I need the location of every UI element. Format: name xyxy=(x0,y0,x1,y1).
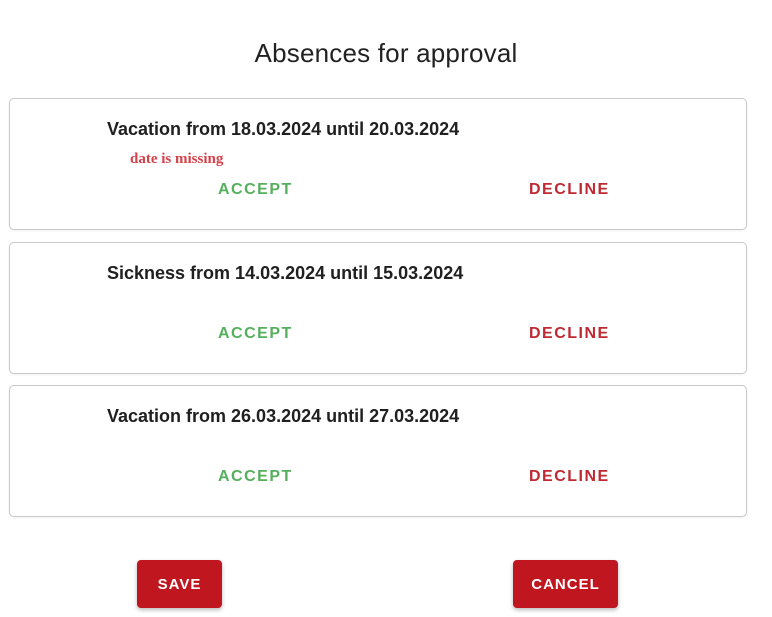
absence-card: Sickness from 14.03.2024 until 15.03.202… xyxy=(9,242,747,374)
decline-button[interactable]: DECLINE xyxy=(525,466,614,488)
absence-approval-dialog: Absences for approval Vacation from 18.0… xyxy=(0,0,772,617)
decline-button[interactable]: DECLINE xyxy=(525,323,614,345)
absence-card: Vacation from 18.03.2024 until 20.03.202… xyxy=(9,98,747,230)
accept-button[interactable]: ACCEPT xyxy=(214,179,297,201)
absence-label: Vacation from 18.03.2024 until 20.03.202… xyxy=(107,119,460,139)
absence-label: Sickness from 14.03.2024 until 15.03.202… xyxy=(107,263,464,283)
accept-button[interactable]: ACCEPT xyxy=(214,466,297,488)
absence-card: Vacation from 26.03.2024 until 27.03.202… xyxy=(9,385,747,517)
cancel-button[interactable]: CANCEL xyxy=(513,560,618,608)
dialog-title: Absences for approval xyxy=(254,38,518,68)
absence-label: Vacation from 26.03.2024 until 27.03.202… xyxy=(107,406,460,426)
validation-error: date is missing xyxy=(130,151,224,167)
accept-button[interactable]: ACCEPT xyxy=(214,323,297,345)
save-button[interactable]: SAVE xyxy=(137,560,222,608)
decline-button[interactable]: DECLINE xyxy=(525,179,614,201)
